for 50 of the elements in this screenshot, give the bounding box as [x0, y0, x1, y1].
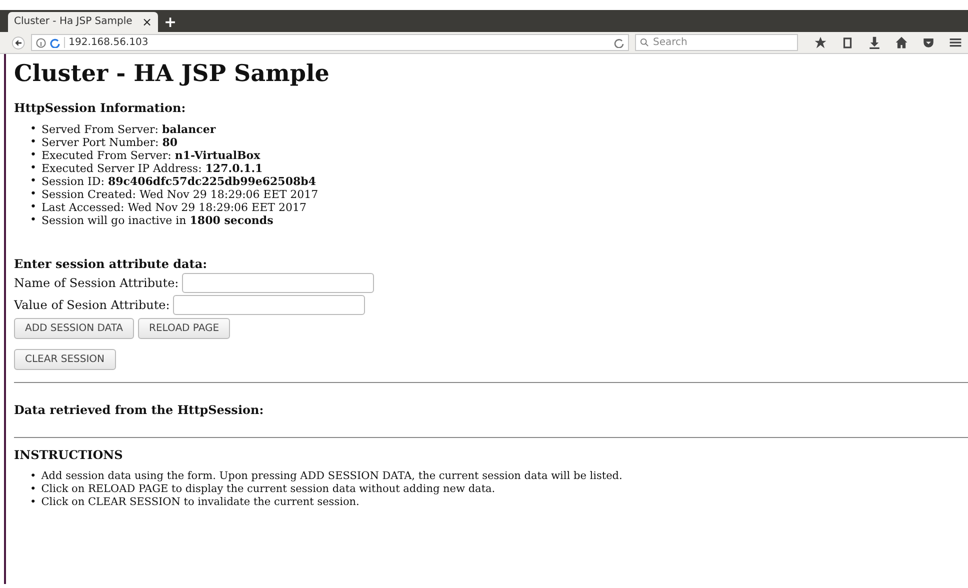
bullet-mark: •: [30, 496, 36, 509]
info-item: Session ID: 89c406dfc57dc225db99e62508b4: [42, 175, 316, 188]
info-icon[interactable]: [36, 38, 46, 48]
section-heading: Data retrieved from the HttpSession:: [14, 403, 265, 417]
section-heading: Enter session attribute data:: [14, 257, 208, 271]
search-field[interactable]: Search: [635, 34, 798, 51]
bullet-mark: •: [30, 201, 36, 214]
section-heading: INSTRUCTIONS: [14, 448, 124, 462]
star-icon[interactable]: [814, 36, 827, 49]
form-button[interactable]: ADD SESSION DATA: [14, 318, 134, 339]
info-item: Session will go inactive in 1800 seconds: [42, 214, 274, 227]
info-item: Executed Server IP Address: 127.0.1.1: [42, 162, 263, 175]
form-button[interactable]: RELOAD PAGE: [138, 318, 230, 339]
bullet-mark: •: [30, 123, 36, 136]
close-icon[interactable]: ×: [142, 15, 152, 29]
reload-icon[interactable]: [614, 38, 624, 48]
input-field[interactable]: [172, 295, 365, 315]
new-tab-button[interactable]: +: [164, 12, 177, 32]
bullet-mark: •: [30, 136, 36, 149]
input-field[interactable]: [182, 273, 374, 293]
bullet-mark: •: [30, 483, 36, 496]
clipboard-icon[interactable]: [841, 36, 854, 49]
instruction-item: Add session data using the form. Upon pressing ADD SESSION DATA, the current session data will be listed.: [41, 470, 622, 483]
info-item: Last Accessed: Wed Nov 29 18:29:06 EET 2017: [42, 201, 306, 214]
reload-icon[interactable]: [50, 38, 60, 48]
info-item: Served From Server: balancer: [42, 123, 216, 136]
pocket-icon[interactable]: [922, 36, 935, 49]
menu-icon[interactable]: [949, 36, 962, 49]
search-icon: [640, 38, 649, 47]
back-icon[interactable]: [12, 36, 25, 50]
section-heading: HttpSession Information:: [14, 101, 187, 115]
home-icon[interactable]: [895, 36, 908, 49]
address-bar[interactable]: 192.168.56.103: [30, 34, 629, 51]
bullet-mark: •: [30, 188, 36, 201]
field-label: Value of Sesion Attribute:: [14, 298, 170, 312]
instruction-item: Click on RELOAD PAGE to display the current session data without adding new data.: [41, 483, 496, 496]
clear-session-button[interactable]: CLEAR SESSION: [14, 349, 116, 370]
page-title: Cluster - HA JSP Sample: [14, 60, 330, 87]
download-icon[interactable]: [868, 36, 881, 49]
instruction-item: Click on CLEAR SESSION to invalidate the current session.: [41, 496, 360, 509]
info-item: Server Port Number: 80: [42, 136, 178, 149]
bullet-mark: •: [30, 162, 36, 175]
info-item: Executed From Server: n1-VirtualBox: [42, 149, 260, 162]
field-label: Name of Session Attribute:: [14, 276, 179, 290]
browser-tab[interactable]: Cluster - Ha JSP Sample ×: [8, 12, 158, 32]
info-item: Session Created: Wed Nov 29 18:29:06 EET 2017: [42, 188, 318, 201]
bullet-mark: •: [30, 470, 36, 483]
bullet-mark: •: [30, 175, 36, 188]
bullet-mark: •: [30, 214, 36, 227]
bullet-mark: •: [30, 149, 36, 162]
